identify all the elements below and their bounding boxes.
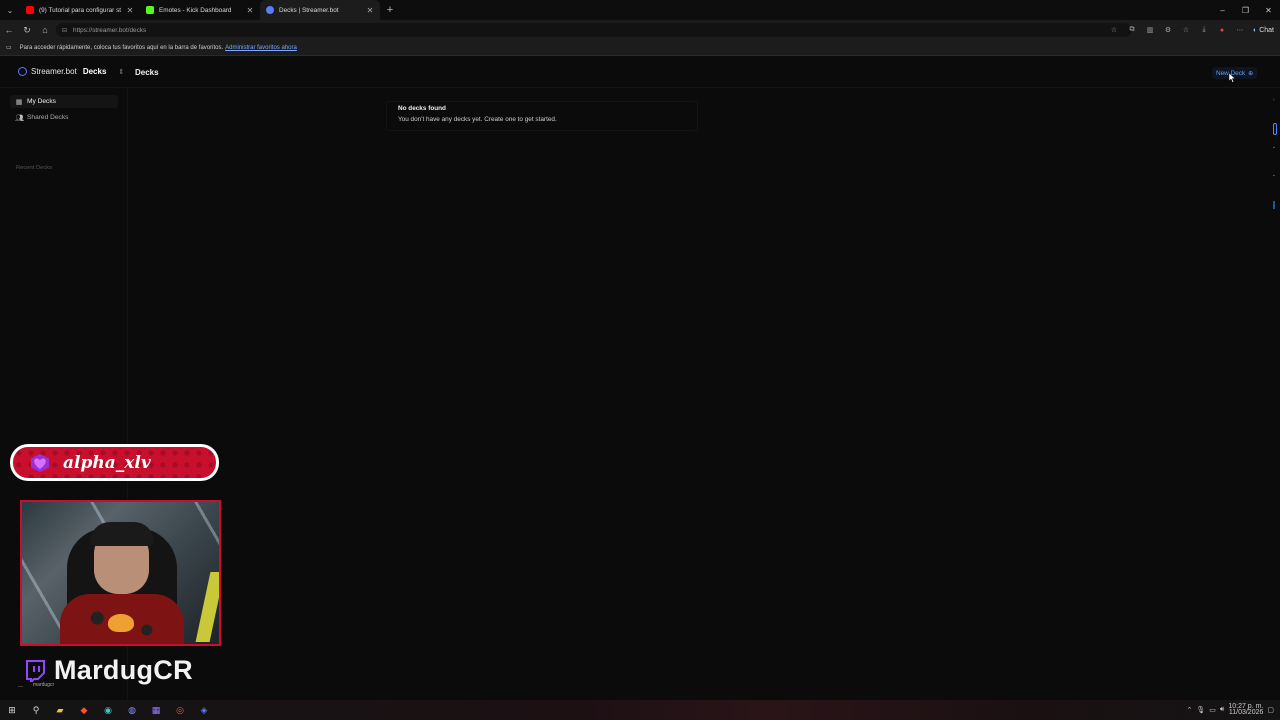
twitch-logo-icon bbox=[26, 659, 45, 682]
home-icon[interactable]: ⌂ bbox=[36, 20, 54, 40]
streamerbot-icon[interactable]: ◈ bbox=[192, 700, 216, 720]
close-tab-icon[interactable]: ✕ bbox=[246, 6, 254, 15]
close-tab-icon[interactable]: ✕ bbox=[366, 6, 374, 15]
collections-icon[interactable]: ⚙ bbox=[1161, 23, 1175, 37]
empty-state-message: You don't have any decks yet. Create one… bbox=[398, 116, 557, 123]
site-info-icon[interactable]: ⊟ bbox=[62, 27, 67, 34]
sidebar-item-shared-decks[interactable]: 👥︎ Shared Decks bbox=[10, 111, 118, 124]
edge-browser-icon[interactable]: ◉ bbox=[96, 700, 120, 720]
start-windows-icon[interactable]: ⊞ bbox=[0, 700, 24, 720]
plus-circle-icon: ⊕ bbox=[1248, 70, 1254, 77]
nameplate-dash: — bbox=[18, 684, 23, 690]
url-text: https://streamer.bot/decks bbox=[73, 26, 147, 34]
streamer-handle: mardugcr bbox=[33, 682, 55, 688]
mouse-cursor-icon bbox=[1229, 73, 1236, 83]
taskbar: ⊞ ⚲ ▰ ◆ ◉ ◍ ▦ ◎ ◈ ⌃ 🎙︎ ▭ 🔊︎ 10:27 p. m. … bbox=[0, 700, 1280, 720]
kick-favicon-icon bbox=[146, 6, 154, 14]
maximize-icon[interactable]: ❐ bbox=[1234, 0, 1257, 20]
sidebar-item-label: Shared Decks bbox=[27, 114, 69, 121]
extensions-icon[interactable]: ⧉ bbox=[1125, 23, 1139, 37]
tab-title: Emotes - Kick Dashboard bbox=[159, 6, 232, 14]
notifications-icon[interactable]: ▢ bbox=[1267, 706, 1274, 714]
search-icon[interactable]: ⚲ bbox=[24, 700, 48, 720]
brand-switcher[interactable]: Streamer.bot Decks ⇕ bbox=[18, 67, 124, 76]
more-options-icon[interactable]: ⋯ bbox=[1233, 23, 1247, 37]
app-header: Streamer.bot Decks ⇕ Decks New Deck ⊕ bbox=[0, 57, 1280, 88]
page-title: Decks bbox=[135, 68, 159, 77]
profile-avatar-icon[interactable]: ● bbox=[1215, 23, 1229, 37]
empty-state: No decks found You don't have any decks … bbox=[386, 101, 698, 131]
system-tray: ⌃ 🎙︎ ▭ 🔊︎ 10:27 p. m. 11/03/2026 ▢ bbox=[1187, 700, 1280, 720]
brand-section: Decks bbox=[82, 67, 107, 76]
shirt-logo bbox=[108, 614, 134, 632]
tab-youtube[interactable]: (9) Tutorial para configurar strea ✕ bbox=[20, 0, 140, 20]
streamer-name: MardugCR bbox=[54, 655, 193, 685]
tab-search-icon[interactable]: ⌄ bbox=[0, 0, 20, 20]
chat-label: Chat bbox=[1259, 26, 1274, 34]
streamerbot-favicon-icon bbox=[266, 6, 274, 14]
close-window-icon[interactable]: ✕ bbox=[1257, 0, 1280, 20]
favorite-star-icon[interactable]: ☆ bbox=[1107, 23, 1121, 37]
grid-app-icon[interactable]: ▦ bbox=[144, 700, 168, 720]
copilot-chat-button[interactable]: ◐ Chat bbox=[1251, 23, 1276, 37]
bookmarks-bar: ▭ Para acceder rápidamente, coloca tus f… bbox=[0, 40, 1280, 56]
sidebar-item-my-decks[interactable]: ▦ My Decks bbox=[10, 95, 118, 108]
discord-icon[interactable]: ◍ bbox=[120, 700, 144, 720]
side-panel-edge: › ▪ ▪ bbox=[1271, 97, 1280, 217]
obs-icon[interactable]: ◎ bbox=[168, 700, 192, 720]
browser-toolbar: ← ↻ ⌂ ⊟ https://streamer.bot/decks ☆ ⧉ ▥… bbox=[0, 20, 1280, 40]
streamerbot-logo-icon bbox=[18, 67, 27, 76]
copilot-icon: ◐ bbox=[1253, 26, 1258, 34]
sidebar-item-label: My Decks bbox=[27, 98, 56, 105]
window-controls: – ❐ ✕ bbox=[1211, 0, 1280, 20]
close-tab-icon[interactable]: ✕ bbox=[126, 6, 134, 15]
microphone-icon[interactable]: 🎙︎ bbox=[1196, 706, 1205, 714]
youtube-favicon-icon bbox=[26, 6, 34, 14]
display-icon[interactable]: ▭ bbox=[1209, 706, 1216, 714]
tray-chevron-icon[interactable]: ⌃ bbox=[1187, 706, 1193, 714]
browser-tab-strip: ⌄ (9) Tutorial para configurar strea ✕ E… bbox=[0, 0, 1280, 20]
new-tab-button[interactable]: + bbox=[380, 4, 400, 16]
heart-icon bbox=[31, 453, 49, 472]
bookmark-folder-icon: ▭ bbox=[6, 45, 12, 51]
empty-state-title: No decks found bbox=[398, 105, 446, 112]
recent-decks-heading: Recent Decks bbox=[16, 165, 53, 171]
clock[interactable]: 10:27 p. m. 11/03/2026 bbox=[1228, 703, 1264, 716]
chevron-updown-icon: ⇕ bbox=[118, 68, 125, 76]
address-bar[interactable]: ⊟ https://streamer.bot/decks bbox=[56, 23, 1132, 37]
banner-fill: alpha_xlv bbox=[13, 447, 216, 478]
streamer-cap bbox=[90, 522, 154, 546]
volume-icon[interactable]: 🔊︎ bbox=[1220, 706, 1224, 714]
reload-icon[interactable]: ↻ bbox=[18, 20, 36, 40]
tab-title: Decks | Streamer.bot bbox=[279, 6, 339, 14]
grid-icon: ▦ bbox=[15, 98, 23, 106]
banner-username: alpha_xlv bbox=[63, 452, 151, 473]
brave-browser-icon[interactable]: ◆ bbox=[72, 700, 96, 720]
brand-name: Streamer.bot bbox=[31, 67, 77, 76]
file-explorer-icon[interactable]: ▰ bbox=[48, 700, 72, 720]
tab-title: (9) Tutorial para configurar strea bbox=[39, 6, 121, 14]
webcam-feed bbox=[20, 500, 221, 646]
split-screen-icon[interactable]: ▥ bbox=[1143, 23, 1157, 37]
users-icon: 👥︎ bbox=[15, 114, 24, 122]
toolbar-actions: ☆ ⧉ ▥ ⚙ ☆ ⤓ ● ⋯ ◐ Chat bbox=[1107, 20, 1276, 40]
manage-favorites-link[interactable]: Administrar favoritos ahora bbox=[225, 45, 297, 51]
downloads-icon[interactable]: ⤓ bbox=[1197, 23, 1211, 37]
viewer-alert-banner: alpha_xlv bbox=[10, 444, 219, 481]
bookmarks-prompt: Para acceder rápidamente, coloca tus fav… bbox=[19, 44, 224, 51]
clock-date: 11/03/2026 bbox=[1228, 709, 1264, 716]
back-icon[interactable]: ← bbox=[0, 20, 18, 40]
tab-kick-dashboard[interactable]: Emotes - Kick Dashboard ✕ bbox=[140, 0, 260, 20]
minimize-icon[interactable]: – bbox=[1211, 0, 1234, 20]
tab-streamerbot-decks[interactable]: Decks | Streamer.bot ✕ bbox=[260, 0, 380, 20]
favorites-icon[interactable]: ☆ bbox=[1179, 23, 1193, 37]
